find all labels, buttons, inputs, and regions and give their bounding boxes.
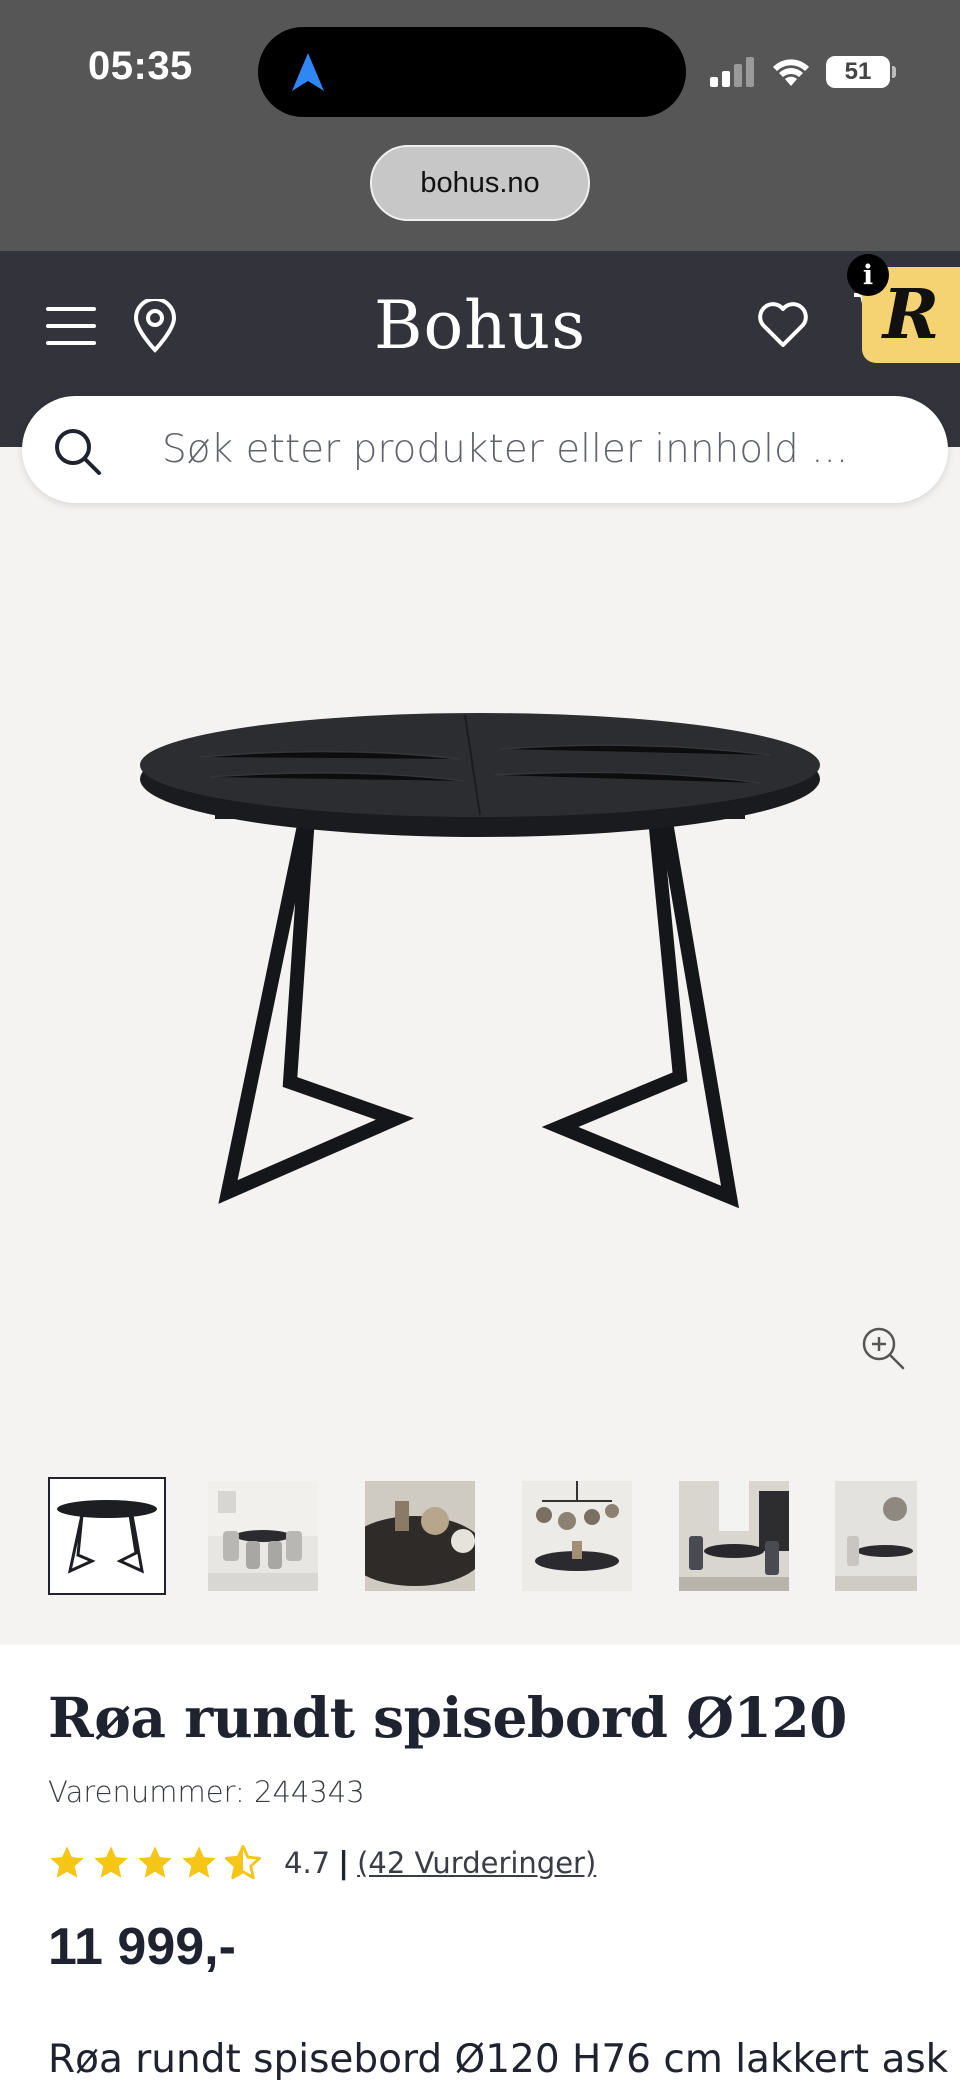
product-title: Røa rundt spisebord Ø120 <box>48 1685 847 1750</box>
product-price: 11 999,- <box>48 1918 236 1976</box>
thumbnail-pendant-lamp-image <box>522 1481 632 1591</box>
thumbnail-4[interactable] <box>522 1481 632 1591</box>
dynamic-island <box>258 27 686 117</box>
thumbnail-5[interactable] <box>679 1481 789 1591</box>
browser-chrome: 05:35 51 bohus.no <box>0 0 960 251</box>
status-indicators: 51 <box>710 50 896 94</box>
rating-stars[interactable] <box>48 1844 262 1882</box>
product-rating: 4.7 | (42 Vurderinger) <box>48 1840 596 1886</box>
thumbnail-dining-room-image <box>208 1481 318 1591</box>
thumbnail-strip <box>48 1477 960 1595</box>
product-gallery <box>0 447 960 1645</box>
info-badge[interactable]: i <box>847 254 889 296</box>
thumbnail-tabletop-image <box>365 1481 475 1591</box>
star-icon <box>50 1846 84 1878</box>
thumbnail-6[interactable] <box>835 1481 917 1591</box>
thumbnail-room-image <box>679 1481 789 1591</box>
search-icon <box>55 429 101 475</box>
heart-icon[interactable] <box>756 297 810 351</box>
thumbnail-3[interactable] <box>365 1481 475 1591</box>
url-bar[interactable]: bohus.no <box>370 145 590 221</box>
thumbnail-living-room-image <box>835 1481 917 1591</box>
product-sku: Varenummer: 244343 <box>48 1775 365 1809</box>
star-icon <box>94 1846 128 1878</box>
star-icon <box>182 1846 216 1878</box>
product-image[interactable] <box>120 697 840 1277</box>
reviews-link[interactable]: (42 Vurderinger) <box>357 1846 596 1880</box>
signal-icon <box>710 57 754 87</box>
search-input[interactable] <box>162 396 902 503</box>
site-logo[interactable]: Bohus <box>0 287 960 364</box>
star-icon <box>138 1846 172 1878</box>
rating-separator: | <box>338 1845 350 1881</box>
wifi-icon <box>773 59 809 86</box>
thumbnail-1[interactable] <box>48 1477 166 1595</box>
product-description: Røa rundt spisebord Ø120 H76 cm lakkert … <box>48 2037 949 2081</box>
product-info: Røa rundt spisebord Ø120 Varenummer: 244… <box>0 1645 960 2081</box>
search-bar <box>22 396 948 503</box>
zoom-icon[interactable] <box>860 1325 906 1371</box>
battery-icon: 51 <box>826 56 896 88</box>
location-arrow-icon <box>292 53 324 91</box>
thumbnail-2[interactable] <box>208 1481 318 1591</box>
rating-value: 4.7 <box>284 1846 331 1880</box>
half-star-icon <box>224 1844 262 1880</box>
thumbnail-table-image <box>50 1479 164 1593</box>
status-time: 05:35 <box>88 44 193 88</box>
